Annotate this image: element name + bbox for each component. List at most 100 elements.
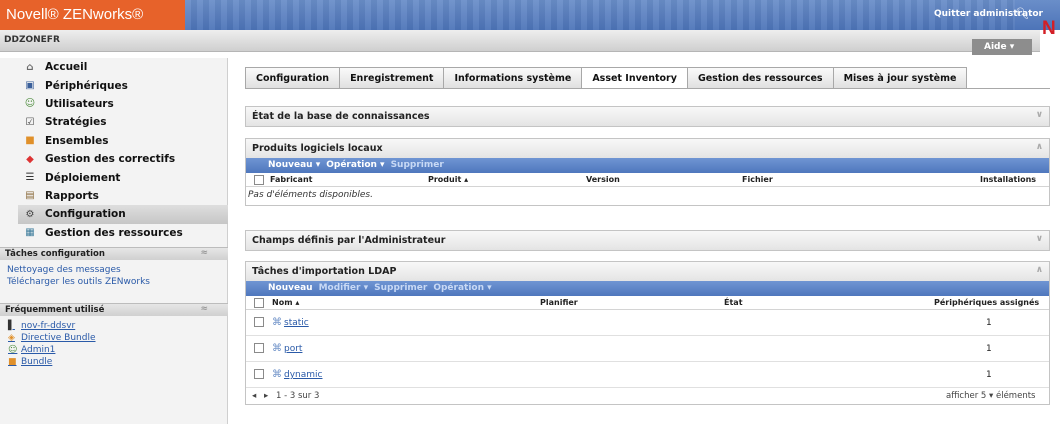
ldap-task-link[interactable]: dynamic bbox=[284, 370, 322, 380]
assigned-count: 1 bbox=[986, 318, 992, 328]
sidebar-item-label: Gestion des ressources bbox=[45, 226, 183, 239]
app-logo: Novell® ZENworks® bbox=[0, 0, 185, 30]
tab-mises-a-jour[interactable]: Mises à jour système bbox=[832, 67, 968, 88]
col-etat[interactable]: État bbox=[724, 298, 743, 307]
tab-configuration[interactable]: Configuration bbox=[245, 67, 340, 88]
help-button[interactable]: Aide ▾ bbox=[972, 39, 1032, 55]
col-produit[interactable]: Produit ▴ bbox=[428, 175, 468, 184]
assigned-count: 1 bbox=[986, 370, 992, 380]
directive-bundle-icon: ◈ bbox=[8, 333, 15, 343]
link-nettoyage-messages[interactable]: Nettoyage des messages bbox=[7, 265, 121, 275]
col-planifier[interactable]: Planifier bbox=[540, 298, 578, 307]
col-fabricant[interactable]: Fabricant bbox=[270, 175, 312, 184]
page-range: 1 - 3 sur 3 bbox=[276, 391, 320, 401]
panel-title: Produits logiciels locaux bbox=[252, 143, 383, 154]
select-all-checkbox[interactable] bbox=[254, 298, 264, 308]
report-icon: ▤ bbox=[25, 190, 35, 202]
deploy-icon: ☰ bbox=[25, 172, 35, 184]
page-size-select[interactable]: afficher 5 ▾ éléments bbox=[946, 391, 1035, 401]
frequent-item-admin[interactable]: ☺ Admin1 bbox=[8, 345, 55, 355]
sidebar-item-label: Stratégies bbox=[45, 116, 107, 129]
sidebar-item-rapports[interactable]: ▤ Rapports bbox=[18, 187, 228, 205]
sidebar-item-configuration[interactable]: ⚙ Configuration bbox=[18, 205, 228, 224]
frequent-header[interactable]: Fréquemment utilisé ≈ bbox=[0, 303, 228, 316]
kb-panel: État de la base de connaissances ∨ bbox=[245, 106, 1050, 127]
ldap-panel: Tâches d'importation LDAP ∧ Nouveau Modi… bbox=[245, 261, 1050, 405]
sidebar: ⌂ Accueil ▣ Périphériques ☺ Utilisateurs ☑ S… bbox=[0, 58, 228, 424]
link-telecharger-outils[interactable]: Télécharger les outils ZENworks bbox=[7, 277, 150, 287]
local-software-panel: Produits logiciels locaux ∧ Nouveau ▾ Op… bbox=[245, 138, 1050, 206]
ldap-header[interactable]: Tâches d'importation LDAP ∧ bbox=[246, 262, 1049, 281]
ldap-task-icon: ⌘ bbox=[272, 369, 282, 380]
frequent-item-label: Admin1 bbox=[21, 345, 56, 355]
sidebar-item-ensembles[interactable]: ■ Ensembles bbox=[18, 132, 228, 150]
local-software-header[interactable]: Produits logiciels locaux ∧ bbox=[246, 139, 1049, 158]
new-button[interactable]: Nouveau bbox=[268, 283, 313, 296]
tab-asset-inventory[interactable]: Asset Inventory bbox=[581, 67, 687, 88]
collapse-icon[interactable]: ∧ bbox=[1036, 265, 1043, 275]
delete-button[interactable]: Supprimer bbox=[391, 160, 444, 173]
row-checkbox[interactable] bbox=[254, 317, 264, 327]
sidebar-item-label: Configuration bbox=[45, 208, 126, 221]
admin-fields-panel: Champs définis par l'Administrateur ∨ bbox=[245, 230, 1050, 251]
policy-icon: ☑ bbox=[25, 116, 35, 128]
tab-enregistrement[interactable]: Enregistrement bbox=[339, 67, 444, 88]
col-fichier[interactable]: Fichier bbox=[742, 175, 773, 184]
local-software-table-header: Fabricant Produit ▴ Version Fichier Inst… bbox=[246, 173, 1049, 187]
col-installations[interactable]: Installations bbox=[980, 175, 1036, 184]
tab-divider bbox=[245, 88, 1050, 89]
modify-menu-button[interactable]: Modifier ▾ bbox=[319, 283, 369, 296]
expand-icon[interactable]: ∨ bbox=[1036, 110, 1043, 120]
expand-icon[interactable]: ∨ bbox=[1036, 234, 1043, 244]
zone-bar bbox=[0, 30, 1040, 52]
operation-menu-button[interactable]: Opération ▾ bbox=[326, 160, 384, 173]
sidebar-item-utilisateurs[interactable]: ☺ Utilisateurs bbox=[18, 95, 228, 113]
frequent-item-label: Directive Bundle bbox=[21, 333, 96, 343]
collapse-icon[interactable]: ≈ bbox=[200, 248, 208, 258]
collapse-icon[interactable]: ≈ bbox=[200, 304, 208, 314]
panel-title: Champs définis par l'Administrateur bbox=[252, 235, 446, 246]
frequent-item-server[interactable]: ▌ nov-fr-ddsvr bbox=[8, 321, 75, 331]
col-nom[interactable]: Nom ▴ bbox=[272, 298, 299, 307]
operation-menu-button[interactable]: Opération ▾ bbox=[433, 283, 491, 296]
sidebar-item-gestion-ressources[interactable]: ▦ Gestion des ressources bbox=[18, 224, 228, 242]
ldap-task-icon: ⌘ bbox=[272, 317, 282, 328]
empty-message: Pas d'éléments disponibles. bbox=[248, 190, 373, 200]
prev-page-icon[interactable]: ◂ bbox=[252, 391, 256, 401]
ldap-task-icon: ⌘ bbox=[272, 343, 282, 354]
key-icon[interactable]: 🔍︎ bbox=[1015, 7, 1029, 20]
tab-bar: Configuration Enregistrement Information… bbox=[245, 67, 968, 88]
tab-gestion-ressources[interactable]: Gestion des ressources bbox=[686, 67, 833, 88]
frequent-item-bundle[interactable]: ■ Bundle bbox=[8, 357, 52, 367]
frequent-item-label: nov-fr-ddsvr bbox=[21, 321, 76, 331]
row-checkbox[interactable] bbox=[254, 343, 264, 353]
ldap-actions: Nouveau Modifier ▾ Supprimer Opération ▾ bbox=[246, 281, 1049, 296]
header-pattern bbox=[185, 0, 1015, 30]
sidebar-item-accueil[interactable]: ⌂ Accueil bbox=[18, 58, 228, 76]
table-row: ⌘ static 1 bbox=[246, 310, 1049, 336]
admin-fields-header[interactable]: Champs définis par l'Administrateur ∨ bbox=[246, 231, 1049, 250]
new-menu-button[interactable]: Nouveau ▾ bbox=[268, 160, 320, 173]
ldap-task-link[interactable]: port bbox=[284, 344, 302, 354]
sidebar-item-correctifs[interactable]: ◆ Gestion des correctifs bbox=[18, 150, 228, 168]
delete-button[interactable]: Supprimer bbox=[374, 283, 427, 296]
sidebar-item-deploiement[interactable]: ☰ Déploiement bbox=[18, 168, 228, 186]
sidebar-item-label: Accueil bbox=[45, 61, 88, 74]
table-row: ⌘ port 1 bbox=[246, 336, 1049, 362]
select-all-checkbox[interactable] bbox=[254, 175, 264, 185]
collapse-icon[interactable]: ∧ bbox=[1036, 142, 1043, 152]
frequent-item-directive-bundle[interactable]: ◈ Directive Bundle bbox=[8, 333, 96, 343]
sidebar-item-label: Ensembles bbox=[45, 134, 109, 147]
ldap-task-link[interactable]: static bbox=[284, 318, 309, 328]
col-version[interactable]: Version bbox=[586, 175, 620, 184]
row-checkbox[interactable] bbox=[254, 369, 264, 379]
sidebar-item-peripheriques[interactable]: ▣ Périphériques bbox=[18, 76, 228, 94]
panel-title: Tâches d'importation LDAP bbox=[252, 266, 397, 277]
sidebar-item-strategies[interactable]: ☑ Stratégies bbox=[18, 113, 228, 131]
config-tasks-header[interactable]: Tâches configuration ≈ bbox=[0, 247, 228, 260]
kb-panel-header[interactable]: État de la base de connaissances ∨ bbox=[246, 107, 1049, 126]
next-page-icon[interactable]: ▸ bbox=[264, 391, 268, 401]
tab-informations-systeme[interactable]: Informations système bbox=[443, 67, 582, 88]
frequent-item-label: Bundle bbox=[21, 357, 53, 367]
col-peripheriques-assignes[interactable]: Périphériques assignés bbox=[934, 298, 1039, 307]
